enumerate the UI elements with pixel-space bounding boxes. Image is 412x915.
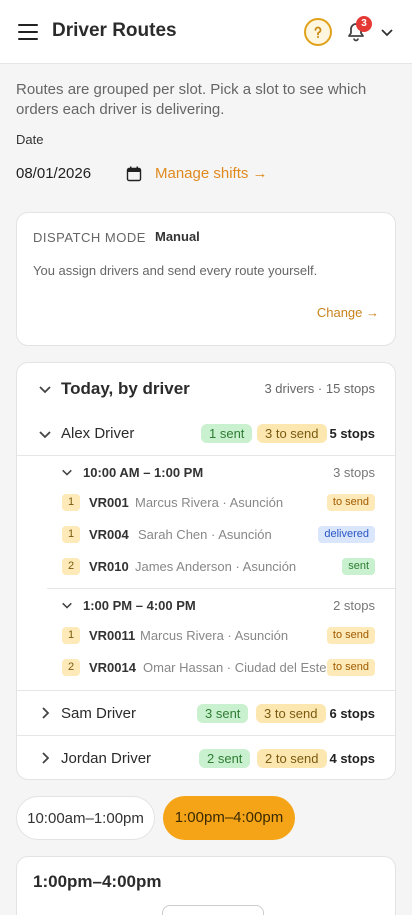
slot-tab-afternoon[interactable]: 1:00pm–4:00pm — [163, 796, 295, 840]
order-id: VR010 — [89, 559, 129, 574]
selected-slot-title: 1:00pm–4:00pm — [33, 872, 162, 891]
chevron-right-icon — [42, 707, 50, 719]
app-title: Driver Routes — [52, 20, 177, 41]
chevron-right-icon — [42, 752, 50, 764]
order-id: VR0011 — [89, 628, 136, 643]
today-by-driver-card: Today, by driver 3 drivers · 15 stops Al… — [16, 362, 396, 780]
slot-stops: 3 stops — [333, 465, 375, 480]
chevron-down-icon — [39, 431, 51, 439]
top-app-bar: Driver Routes 3 — [0, 0, 412, 64]
slot-tab-morning[interactable]: 10:00am–1:00pm — [16, 796, 155, 840]
stop-sequence: 2 — [62, 558, 80, 575]
driver-stops-total: 4 stops — [329, 751, 375, 766]
order-row[interactable]: 1 VR004 Sarah Chen · Asunción delivered — [17, 521, 395, 551]
driver-row-sam[interactable]: Sam Driver 3 sent 3 to send 6 stops — [17, 691, 395, 735]
chevron-down-icon — [39, 386, 51, 394]
to-send-count-badge: 2 to send — [257, 749, 327, 768]
driver-name: Jordan Driver — [61, 750, 152, 767]
sent-count-badge: 2 sent — [199, 749, 251, 768]
driver-stops-total: 6 stops — [329, 706, 375, 721]
order-row[interactable]: 1 VR0011 Marcus Rivera · Asunción to sen… — [17, 622, 395, 652]
stop-sequence: 1 — [62, 526, 80, 543]
driver-name: Sam Driver — [61, 705, 137, 722]
status-badge: sent — [342, 558, 375, 575]
slot-action-button[interactable] — [162, 905, 264, 915]
status-badge: delivered — [318, 526, 375, 543]
sent-count-badge: 3 sent — [197, 704, 249, 723]
date-input[interactable]: 08/01/2026 — [16, 165, 91, 182]
status-badge: to send — [326, 494, 375, 511]
manage-shifts-link[interactable]: Manage shifts → — [155, 165, 268, 182]
today-summary: 3 drivers · 15 stops — [264, 381, 375, 396]
notification-badge: 3 — [356, 16, 372, 32]
slot-time: 10:00 AM – 1:00 PM — [83, 465, 204, 480]
order-id: VR0014 — [89, 660, 136, 675]
order-customer: Omar Hassan · Ciudad del Este — [143, 660, 327, 675]
change-mode-link[interactable]: Change → — [317, 305, 379, 320]
order-row[interactable]: 2 VR0014 Omar Hassan · Ciudad del Este t… — [17, 654, 395, 684]
driver-name: Alex Driver — [61, 425, 135, 442]
today-header[interactable]: Today, by driver 3 drivers · 15 stops — [17, 363, 395, 411]
to-send-count-badge: 3 to send — [257, 424, 327, 443]
status-badge: to send — [326, 659, 375, 676]
driver-row-alex[interactable]: Alex Driver 1 sent 3 to send 5 stops — [17, 413, 395, 455]
to-send-count-badge: 3 to send — [256, 704, 326, 723]
stop-sequence: 1 — [62, 494, 80, 511]
chevron-down-icon[interactable] — [380, 25, 394, 39]
intro-text: Routes are grouped per slot. Pick a slot… — [16, 81, 367, 118]
sent-count-badge: 1 sent — [201, 424, 253, 443]
order-customer: James Anderson · Asunción — [135, 559, 297, 574]
slot-time: 1:00 PM – 4:00 PM — [83, 598, 196, 613]
dispatch-mode-label: DISPATCH MODE — [33, 230, 146, 245]
slot-stops: 2 stops — [333, 598, 375, 613]
date-label: Date — [16, 132, 44, 147]
driver-stops-total: 5 stops — [329, 426, 375, 441]
dispatch-mode-chip: Manual — [145, 224, 210, 250]
order-customer: Marcus Rivera · Asunción — [135, 495, 284, 510]
order-id: VR001 — [89, 495, 129, 510]
dispatch-mode-card: DISPATCH MODE Manual You assign drivers … — [16, 212, 396, 346]
calendar-icon[interactable] — [126, 166, 142, 182]
selected-slot-card: 1:00pm–4:00pm — [16, 856, 396, 915]
divider — [47, 588, 395, 589]
order-row[interactable]: 2 VR010 James Anderson · Asunción sent — [17, 553, 395, 583]
today-title: Today, by driver — [61, 379, 190, 398]
slot-row[interactable]: 1:00 PM – 4:00 PM 2 stops — [17, 590, 395, 620]
order-customer: Sarah Chen · Asunción — [138, 527, 272, 542]
order-id: VR004 — [89, 527, 129, 542]
slot-row[interactable]: 10:00 AM – 1:00 PM 3 stops — [17, 457, 395, 487]
menu-icon[interactable] — [18, 24, 38, 40]
stop-sequence: 1 — [62, 627, 80, 644]
chevron-down-icon — [62, 602, 72, 609]
divider — [17, 455, 395, 456]
stop-sequence: 2 — [62, 659, 80, 676]
order-row[interactable]: 1 VR001 Marcus Rivera · Asunción to send — [17, 489, 395, 519]
status-badge: to send — [326, 627, 375, 644]
driver-row-jordan[interactable]: Jordan Driver 2 sent 2 to send 4 stops — [17, 736, 395, 779]
chevron-down-icon — [62, 469, 72, 476]
order-customer: Marcus Rivera · Asunción — [140, 628, 289, 643]
help-icon[interactable] — [304, 18, 332, 46]
dispatch-mode-description: You assign drivers and send every route … — [33, 263, 318, 278]
